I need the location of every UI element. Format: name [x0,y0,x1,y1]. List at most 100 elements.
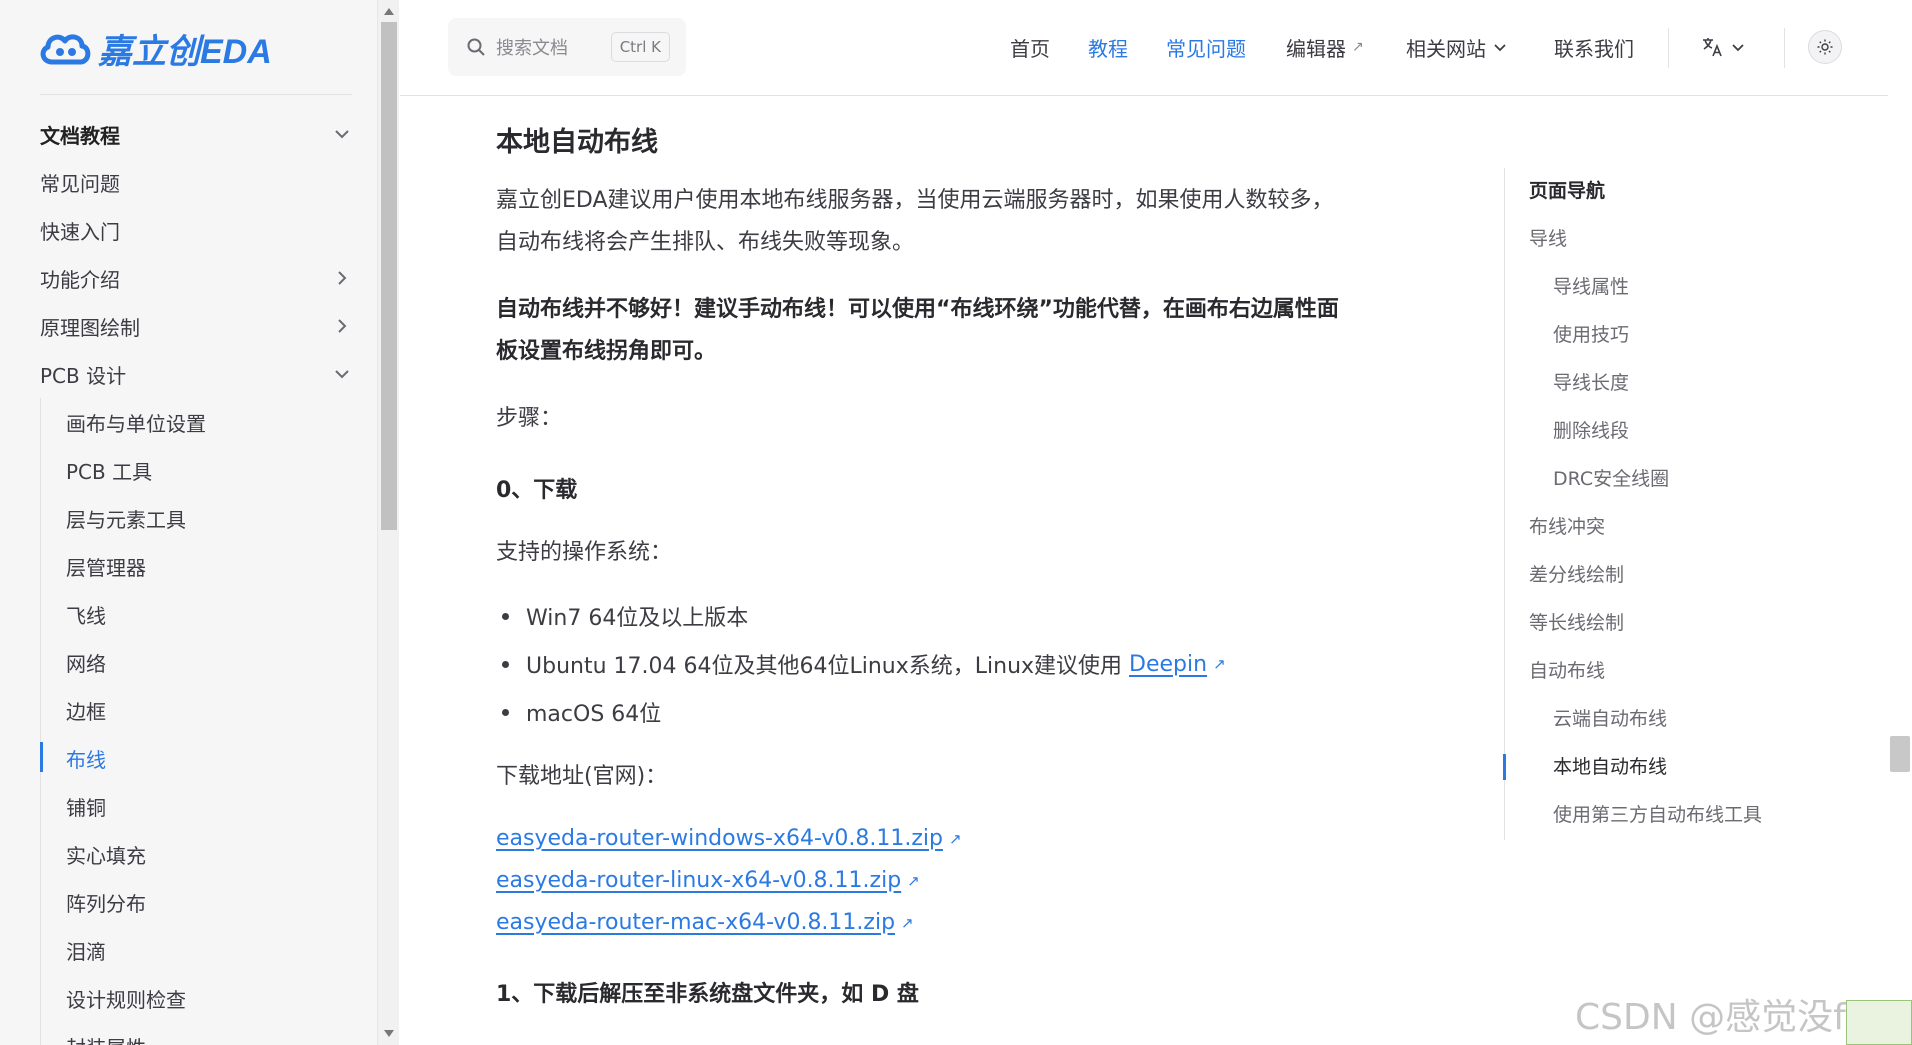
nav-editor[interactable]: 编辑器 ↗ [1286,30,1364,64]
sidebar-item-canvas-units[interactable]: 画布与单位设置 [66,402,206,442]
download-link-text[interactable]: easyeda-router-mac-x64-v0.8.11.zip [496,910,895,935]
sidebar-item-docs[interactable]: 文档教程 [40,114,353,154]
logo-text: 嘉立创EDA [98,33,272,71]
thumbnail-image [1846,1000,1912,1045]
nav-faq[interactable]: 常见问题 [1166,30,1246,64]
translate-icon [1703,38,1722,57]
paragraph-line: 自动布线将会产生排队、布线失败等现象。 [496,230,915,255]
sidebar-item-pcb[interactable]: PCB 设计 [40,354,353,394]
page-scrollbar[interactable] [1888,0,1912,1045]
sidebar-item-faq[interactable]: 常见问题 [40,162,353,202]
search-shortcut: Ctrl K [610,32,670,62]
outline-item[interactable]: 差分线绘制 [1529,560,1624,587]
external-link-icon: ↗ [1352,39,1364,55]
deepin-link[interactable]: Deepin [1129,652,1207,677]
sidebar-item-solid-fill[interactable]: 实心填充 [66,834,146,874]
download-windows-link[interactable]: easyeda-router-windows-x64-v0.8.11.zip ↗ [496,826,962,851]
nav-contact[interactable]: 联系我们 [1554,30,1634,64]
nav-related-sites[interactable]: 相关网站 [1406,30,1508,64]
search-icon [467,38,485,56]
sidebar-item-routing[interactable]: 布线 [66,738,106,778]
sidebar-item-label: 常见问题 [40,171,120,196]
divider [1668,28,1669,68]
search-placeholder: 搜索文档 [496,38,568,59]
external-link-icon: ↗ [1213,655,1226,673]
theme-toggle[interactable] [1808,30,1842,64]
sidebar-item-array[interactable]: 阵列分布 [66,882,146,922]
sidebar-item-copper-pour[interactable]: 铺铜 [66,786,106,826]
external-link-icon: ↗ [948,829,962,848]
sidebar-item-ratsnest[interactable]: 飞线 [66,594,106,634]
outline-item[interactable]: 等长线绘制 [1529,608,1624,635]
divider [1784,28,1785,68]
warning-line: 板设置布线拐角即可。 [496,339,717,364]
outline-item[interactable]: 导线属性 [1553,272,1629,299]
outline-item[interactable]: 云端自动布线 [1553,704,1667,731]
sidebar-item-net[interactable]: 网络 [66,642,106,682]
download-linux-link[interactable]: easyeda-router-linux-x64-v0.8.11.zip ↗ [496,868,920,893]
download-link-text[interactable]: easyeda-router-linux-x64-v0.8.11.zip [496,868,901,893]
sidebar-item-quickstart[interactable]: 快速入门 [40,210,353,250]
sidebar-item-label: 快速入门 [40,219,120,244]
nav-sites-label: 相关网站 [1406,36,1486,61]
sun-icon [1817,39,1833,55]
nav-editor-label: 编辑器 [1286,36,1346,61]
nav-contact-label: 联系我们 [1554,36,1634,61]
sidebar-item-layer-tools[interactable]: 层与元素工具 [66,498,186,538]
divider [40,94,352,95]
chevron-down-icon [1732,44,1744,52]
nav-home-label: 首页 [1010,36,1050,61]
sidebar-item-features[interactable]: 功能介绍 [40,258,353,298]
os-item-text: Ubuntu 17.04 64位及其他64位Linux系统，Linux建议使用 [526,654,1130,679]
language-switcher[interactable] [1700,30,1746,64]
search-button[interactable]: 搜索文档 Ctrl K [448,18,686,76]
warning-line: 自动布线并不够好！建议手动布线！可以使用“布线环绕”功能代替，在画布右边属性面 [496,297,1339,322]
active-indicator [40,742,43,772]
nav-tutorial-label: 教程 [1088,36,1128,61]
nav-tutorial[interactable]: 教程 [1088,30,1128,64]
scroll-up-arrow-icon[interactable] [384,8,394,15]
outline-item[interactable]: DRC安全线圈 [1553,464,1669,491]
sidebar-scrollbar[interactable] [377,0,399,1045]
outline-item[interactable]: 布线冲突 [1529,512,1605,539]
os-label: 支持的操作系统： [496,540,673,565]
paragraph-line: 嘉立创EDA建议用户使用本地布线服务器，当使用云端服务器时，如果使用人数较多， [496,188,1334,213]
sidebar-item-label: 功能介绍 [40,267,120,292]
cloud-logo-icon [40,33,91,64]
chevron-right-icon [338,271,347,285]
outline-active-marker [1503,754,1506,780]
chevron-down-icon [335,130,349,139]
sidebar: 嘉立创EDA 文档教程 常见问题 快速入门 功能介绍 原理图绘制 PCB 设计 … [0,0,377,1045]
outline-item[interactable]: 使用第三方自动布线工具 [1553,800,1762,827]
os-item-text: Win7 64位及以上版本 [526,606,749,631]
sidebar-item-teardrop[interactable]: 泪滴 [66,930,106,970]
outline-item[interactable]: 删除线段 [1553,416,1629,443]
outline-item[interactable]: 自动布线 [1529,656,1605,683]
sidebar-item-label: PCB 设计 [40,363,127,388]
outline-item[interactable]: 导线长度 [1553,368,1629,395]
logo[interactable]: 嘉立创EDA [38,24,272,73]
sidebar-item-drc[interactable]: 设计规则检查 [66,978,186,1018]
page-scrollbar-thumb[interactable] [1890,736,1910,772]
sidebar-item-schematic[interactable]: 原理图绘制 [40,306,353,346]
scroll-down-arrow-icon[interactable] [384,1030,394,1037]
step-1-heading: 1、下载后解压至非系统盘文件夹，如 D 盘 [496,982,919,1007]
outline-item[interactable]: 导线 [1529,224,1567,251]
download-link-text[interactable]: easyeda-router-windows-x64-v0.8.11.zip [496,826,943,851]
sidebar-item-layer-manager[interactable]: 层管理器 [66,546,146,586]
nav-home[interactable]: 首页 [1010,30,1050,64]
sidebar-scrollbar-thumb[interactable] [381,22,397,530]
sidebar-item-pcb-tools[interactable]: PCB 工具 [66,450,152,490]
os-item-text: macOS 64位 [526,702,662,727]
chevron-right-icon [338,319,347,333]
outline-item-active[interactable]: 本地自动布线 [1553,752,1667,779]
sidebar-item-footprint-props[interactable]: 封装属性 [66,1026,146,1045]
outline-item[interactable]: 使用技巧 [1553,320,1629,347]
download-mac-link[interactable]: easyeda-router-mac-x64-v0.8.11.zip ↗ [496,910,914,935]
nav-faq-label: 常见问题 [1166,36,1246,61]
list-item: Ubuntu 17.04 64位及其他64位Linux系统，Linux建议使用 … [502,648,1226,680]
step-0-heading: 0、下载 [496,478,578,503]
sidebar-item-outline[interactable]: 边框 [66,690,106,730]
external-link-icon: ↗ [901,913,914,932]
steps-label: 步骤： [496,406,563,431]
